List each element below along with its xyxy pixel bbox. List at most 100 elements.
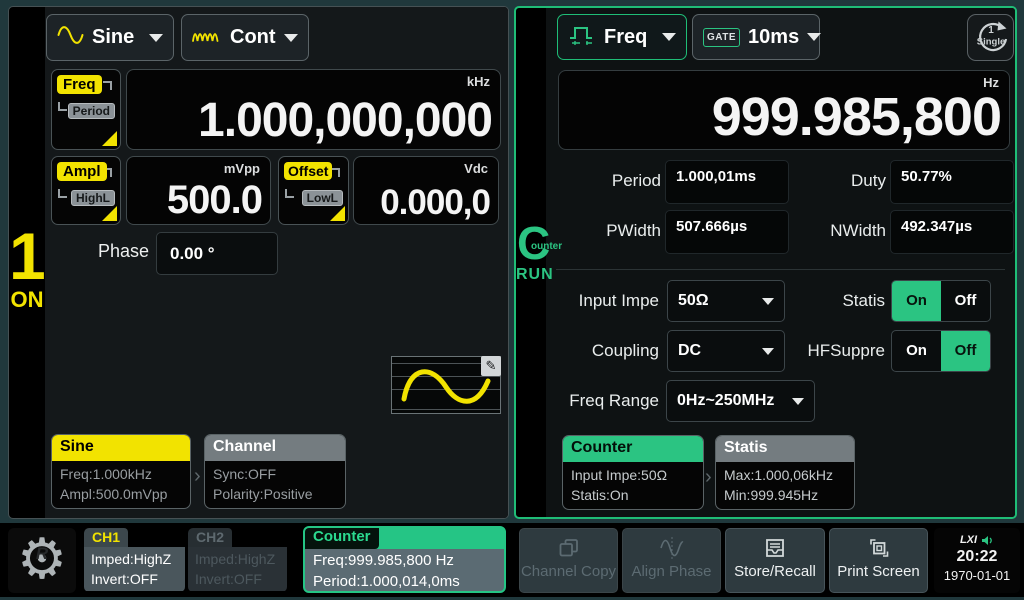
counter-tab[interactable]: Counter Freq:999.985,800 Hz Period:1.000… — [303, 526, 506, 593]
print-screen-icon — [830, 535, 927, 561]
freq-period-key[interactable]: Freq Period — [51, 69, 121, 150]
ampl-key-label: Ampl — [57, 162, 107, 181]
counter-card-line: Input Impe:50Ω — [571, 465, 695, 485]
waveform-dropdown[interactable]: Sine — [46, 14, 174, 61]
section-divider — [556, 269, 1005, 270]
channel1-number: 1 — [9, 223, 45, 289]
phase-label: Phase — [69, 241, 149, 262]
mode-dropdown-label: Cont — [230, 26, 276, 49]
ch1-status-line: Imped:HighZ — [91, 549, 178, 569]
chevron-down-icon — [762, 348, 774, 355]
amplitude-value: 500.0 — [167, 178, 262, 223]
offset-value: 0.000,0 — [380, 183, 490, 223]
ch1-status-line: Invert:OFF — [91, 569, 178, 589]
waveform-dropdown-label: Sine — [92, 26, 134, 49]
channel-copy-button[interactable]: Channel Copy — [519, 528, 618, 593]
offset-key[interactable]: Offset LowL — [278, 156, 349, 225]
store-recall-icon — [726, 535, 824, 561]
adjust-corner-icon — [102, 131, 117, 146]
edit-waveform-icon[interactable]: ✎ — [481, 356, 501, 376]
duty-value: 50.77% — [890, 160, 1014, 204]
duty-label: Duty — [790, 171, 886, 191]
lxi-logo: LXI — [960, 534, 977, 546]
hf-suppress-toggle: On Off — [891, 330, 991, 372]
chevron-down-icon — [149, 34, 163, 42]
statis-card-line: Max:1.000,06kHz — [724, 465, 846, 485]
phase-field[interactable]: 0.00 ° — [156, 232, 278, 275]
sine-status-card[interactable]: Sine Freq:1.000kHz Ampl:500.0mVpp — [51, 434, 191, 509]
continuous-wave-icon — [192, 26, 222, 49]
clock-panel[interactable]: LXI 20:22 1970-01-01 — [934, 528, 1020, 593]
print-screen-label: Print Screen — [830, 563, 927, 580]
align-phase-label: Align Phase — [623, 563, 720, 580]
hf-suppress-on-option[interactable]: On — [892, 331, 941, 371]
ch1-tab[interactable]: CH1 Imped:HighZ Invert:OFF — [84, 528, 185, 592]
pwidth-value: 507.666µs — [665, 210, 789, 254]
channel-card-line: Polarity:Positive — [213, 484, 337, 504]
freq-range-value: 0Hz~250MHz — [677, 392, 774, 410]
channel-card-line: Sync:OFF — [213, 464, 337, 484]
frequency-unit: kHz — [467, 74, 490, 89]
offset-display[interactable]: Vdc 0.000,0 — [353, 156, 499, 225]
statis-card-title: Statis — [716, 436, 854, 462]
sine-card-line: Ampl:500.0mVpp — [60, 484, 182, 504]
counter-tab-line: Period:1.000,014,0ms — [313, 571, 496, 592]
gate-time-label: 10ms — [748, 26, 799, 49]
ch2-tab[interactable]: CH2 Imped:HighZ Invert:OFF — [188, 528, 287, 592]
chevron-down-icon — [284, 34, 298, 42]
mode-dropdown[interactable]: Cont — [181, 14, 309, 61]
sine-card-title: Sine — [52, 435, 190, 461]
statis-card-line: Min:999.945Hz — [724, 485, 846, 505]
hf-suppress-off-option[interactable]: Off — [941, 331, 990, 371]
adjust-corner-icon — [102, 206, 117, 221]
waveform-preview[interactable]: ✎ — [391, 356, 501, 414]
counter-run-state: RUN — [516, 266, 554, 284]
counter-small-letters: ounter — [531, 241, 562, 252]
bottom-bar: ⚙ R CH1 Imped:HighZ Invert:OFF CH2 Imped… — [0, 523, 1024, 597]
input-impedance-dropdown[interactable]: 50Ω — [667, 280, 785, 322]
coupling-dropdown[interactable]: DC — [667, 330, 785, 372]
gate-time-dropdown[interactable]: GATE 10ms — [692, 14, 820, 60]
freq-range-dropdown[interactable]: 0Hz~250MHz — [666, 380, 815, 422]
measure-mode-label: Freq — [604, 26, 647, 49]
ampl-key[interactable]: Ampl HighL — [51, 156, 121, 225]
measure-mode-dropdown[interactable]: Freq — [557, 14, 687, 60]
chevron-down-icon — [792, 398, 804, 405]
chevron-down-icon — [807, 33, 821, 41]
input-impedance-label: Input Impe — [556, 291, 659, 311]
amplitude-unit: mVpp — [224, 161, 260, 176]
amplitude-display[interactable]: mVpp 500.0 — [126, 156, 271, 225]
system-menu-button[interactable]: ⚙ R — [8, 528, 76, 593]
align-phase-button[interactable]: Align Phase — [622, 528, 721, 593]
statistics-on-option[interactable]: On — [892, 281, 941, 321]
instrument-screen: 1 ON Sine Cont Freq Period kHz 1.000,000… — [0, 0, 1024, 600]
single-loop-icon: 1 Single — [971, 18, 1011, 58]
offset-unit: Vdc — [464, 161, 488, 176]
counter-card-line: Statis:On — [571, 485, 695, 505]
counter-status-card[interactable]: Counter Input Impe:50Ω Statis:On — [562, 435, 704, 510]
statistics-label: Statis — [802, 291, 885, 311]
print-screen-button[interactable]: Print Screen — [829, 528, 928, 593]
hf-suppress-label: HFSuppre — [782, 341, 885, 361]
statistics-toggle: On Off — [891, 280, 991, 322]
statis-status-card[interactable]: Statis Max:1.000,06kHz Min:999.945Hz — [715, 435, 855, 510]
coupling-label: Coupling — [556, 341, 659, 361]
statistics-off-option[interactable]: Off — [941, 281, 990, 321]
adjust-corner-icon — [330, 206, 345, 221]
card-separator-chevron: › — [194, 465, 201, 488]
frequency-display[interactable]: kHz 1.000,000,000 — [126, 69, 501, 150]
counter-card-title: Counter — [563, 436, 703, 462]
single-trigger-button[interactable]: 1 Single — [967, 14, 1014, 61]
channel-copy-label: Channel Copy — [520, 563, 617, 580]
counter-frequency-display[interactable]: Hz 999.985,800 — [558, 70, 1010, 150]
period-key-label: Period — [68, 103, 115, 119]
counter-panel: C ounter RUN Freq GATE 10ms 1 Single — [514, 6, 1017, 519]
channel1-on-badge: ON — [9, 287, 45, 313]
frequency-value: 1.000,000,000 — [198, 93, 492, 148]
channel-card-title: Channel — [205, 435, 345, 461]
channel-status-card[interactable]: Channel Sync:OFF Polarity:Positive — [204, 434, 346, 509]
period-label: Period — [561, 171, 661, 191]
store-recall-button[interactable]: Store/Recall — [725, 528, 825, 593]
pulse-icon — [568, 24, 596, 51]
align-phase-icon — [623, 535, 720, 561]
